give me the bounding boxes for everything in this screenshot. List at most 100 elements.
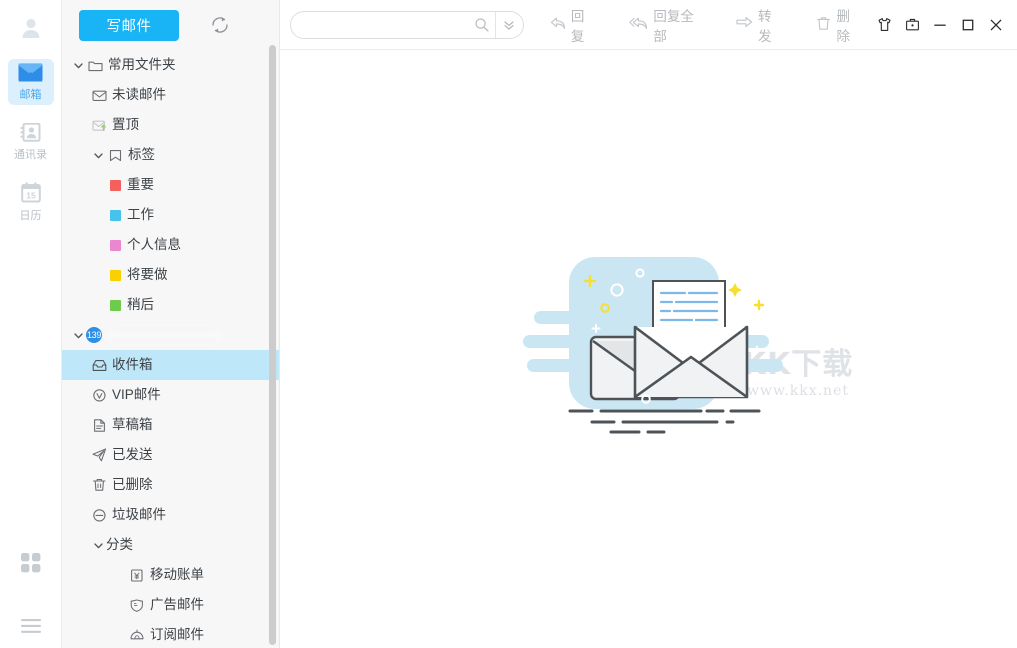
folder-icon: [86, 57, 104, 73]
sidebar-item-calendar[interactable]: 15 日历: [8, 179, 54, 225]
contacts-icon: [20, 123, 42, 147]
mail-client-window: 邮箱 通讯录: [0, 0, 1017, 648]
pin-mail-icon: [90, 117, 108, 133]
tree-label: 将要做: [127, 267, 168, 283]
tshirt-skin-icon[interactable]: [871, 10, 897, 40]
svg-text:15: 15: [26, 191, 36, 201]
tree-item-spam[interactable]: 垃圾邮件: [62, 500, 279, 530]
search-input[interactable]: [291, 12, 469, 38]
reply-all-button[interactable]: 回复全部: [619, 10, 710, 40]
empty-mailbox-illustration: [439, 249, 859, 449]
tag-color-swatch: [110, 180, 121, 191]
reply-all-label: 回复全部: [653, 5, 700, 45]
chevron-down-icon[interactable]: [70, 57, 86, 73]
reply-button[interactable]: 回复: [540, 10, 603, 40]
tree-item-cat-subs[interactable]: 订阅邮件: [62, 620, 279, 648]
tree-label: VIP邮件: [112, 387, 161, 403]
search-filter-dropdown[interactable]: [495, 12, 523, 38]
tag-icon: [106, 147, 124, 163]
tree-label: 广告邮件: [150, 597, 204, 613]
inbox-icon: [90, 357, 108, 373]
main-panel: 回复 回复全部 转发 删除: [280, 0, 1017, 648]
tree-label: 个人信息: [127, 237, 181, 253]
sidebar-scrollbar[interactable]: [269, 45, 276, 645]
subscribe-cloud-icon: [128, 627, 146, 643]
chevron-down-icon[interactable]: [70, 327, 86, 343]
envelope-open-icon: [90, 87, 108, 103]
account-name-redacted: [108, 328, 220, 343]
tag-color-swatch: [110, 210, 121, 221]
top-toolbar: 回复 回复全部 转发 删除: [280, 0, 1017, 50]
tree-label: 分类: [106, 537, 133, 553]
folder-sidebar: 写邮件 常用文件夹: [62, 0, 280, 648]
send-icon: [90, 447, 108, 463]
forward-button[interactable]: 转发: [726, 10, 790, 40]
sidebar-scrollbar-thumb[interactable]: [269, 45, 276, 645]
tree-item-account[interactable]: 139: [62, 320, 279, 350]
tree-label: 未读邮件: [112, 87, 166, 103]
minimize-icon[interactable]: [927, 10, 953, 40]
message-preview-empty-state: KK下载 www.kkx.net: [280, 50, 1017, 648]
tree-label: 移动账单: [150, 567, 204, 583]
tree-label: 订阅邮件: [150, 627, 204, 643]
hamburger-menu-icon[interactable]: [0, 618, 61, 634]
compose-row: 写邮件: [62, 0, 279, 50]
vip-icon: [90, 387, 108, 403]
tree-label: 收件箱: [112, 357, 153, 373]
trash-icon: [90, 477, 108, 493]
yuan-bill-icon: [128, 567, 146, 583]
tree-label: 置顶: [112, 117, 139, 133]
delete-button[interactable]: 删除: [806, 10, 869, 40]
compose-mail-button[interactable]: 写邮件: [79, 10, 179, 41]
tree-label: 已删除: [112, 477, 153, 493]
left-icon-rail: 邮箱 通讯录: [0, 0, 62, 648]
reply-label: 回复: [571, 5, 593, 45]
tree-item-tag-todo[interactable]: 将要做: [62, 260, 279, 290]
rail-label-mail: 邮箱: [20, 89, 42, 101]
tree-item-drafts[interactable]: 草稿箱: [62, 410, 279, 440]
close-icon[interactable]: [983, 10, 1009, 40]
tree-item-tags[interactable]: 标签: [62, 140, 279, 170]
tree-item-common-folders[interactable]: 常用文件夹: [62, 50, 279, 80]
tree-item-inbox[interactable]: 收件箱: [62, 350, 279, 380]
tree-label: 重要: [127, 177, 154, 193]
tag-color-swatch: [110, 270, 121, 281]
tree-item-unread[interactable]: 未读邮件: [62, 80, 279, 110]
rail-label-calendar: 日历: [20, 210, 42, 222]
tree-label: 稍后: [127, 297, 154, 313]
tree-item-cat-bills[interactable]: 移动账单: [62, 560, 279, 590]
tree-item-vip[interactable]: VIP邮件: [62, 380, 279, 410]
refresh-icon[interactable]: [207, 12, 233, 38]
maximize-icon[interactable]: [955, 10, 981, 40]
delete-label: 删除: [836, 5, 859, 45]
chevron-down-icon[interactable]: [90, 537, 106, 553]
tree-item-tag-personal[interactable]: 个人信息: [62, 230, 279, 260]
tag-color-swatch: [110, 300, 121, 311]
apps-grid-icon[interactable]: [0, 552, 61, 574]
sidebar-item-contacts[interactable]: 通讯录: [8, 119, 54, 165]
search-icon[interactable]: [469, 12, 495, 38]
chevron-down-icon[interactable]: [90, 147, 106, 163]
tree-item-tag-important[interactable]: 重要: [62, 170, 279, 200]
tree-label: 常用文件夹: [108, 57, 176, 73]
forward-icon: [736, 16, 753, 33]
forward-label: 转发: [758, 5, 780, 45]
user-avatar[interactable]: [14, 11, 48, 45]
tree-item-tag-later[interactable]: 稍后: [62, 290, 279, 320]
envelope-icon: [18, 63, 43, 87]
reply-icon: [550, 16, 566, 34]
tree-item-pinned[interactable]: 置顶: [62, 110, 279, 140]
tree-item-deleted[interactable]: 已删除: [62, 470, 279, 500]
ad-shield-icon: [128, 597, 146, 613]
toolbox-icon[interactable]: [899, 10, 925, 40]
tree-label: 草稿箱: [112, 417, 153, 433]
rail-label-contacts: 通讯录: [14, 149, 47, 161]
tree-item-cat-ads[interactable]: 广告邮件: [62, 590, 279, 620]
tree-item-categories[interactable]: 分类: [62, 530, 279, 560]
sidebar-item-mail[interactable]: 邮箱: [8, 59, 54, 105]
tree-item-tag-work[interactable]: 工作: [62, 200, 279, 230]
search-box[interactable]: [290, 11, 524, 39]
tag-color-swatch: [110, 240, 121, 251]
tree-label: 工作: [127, 207, 154, 223]
tree-item-sent[interactable]: 已发送: [62, 440, 279, 470]
